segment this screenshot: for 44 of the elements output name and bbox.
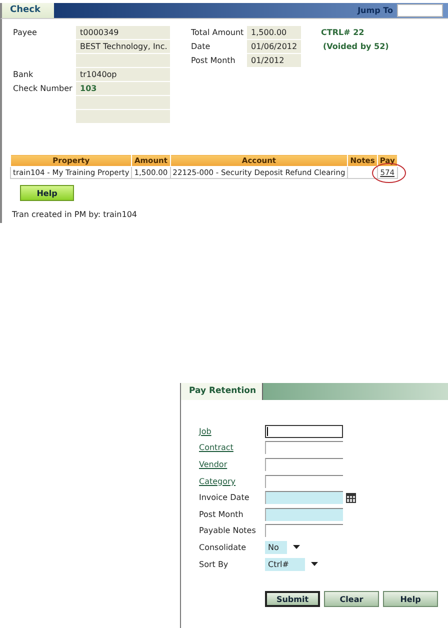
status-text: CTRL# 22 [321, 28, 364, 36]
field-label: Check Number [12, 84, 74, 92]
input-field[interactable] [265, 474, 343, 488]
input-field[interactable] [265, 508, 343, 521]
field-label: Payee [12, 28, 38, 36]
field-value: 01/2012 [247, 54, 301, 66]
field-value: t0000349 [76, 26, 170, 38]
dropdown[interactable]: No [265, 540, 300, 554]
footer-text: Tran created in PM by: train104 [12, 210, 138, 219]
dropdown-value: Ctrl# [265, 558, 305, 571]
caret-icon [293, 545, 300, 550]
field-label: Consolidate [199, 542, 248, 552]
dropdown-value: No [265, 540, 287, 554]
input-field[interactable] [265, 491, 343, 504]
form-button[interactable]: Clear [324, 591, 379, 608]
field-link[interactable]: Vendor [199, 460, 265, 469]
dropdown[interactable]: Ctrl# [265, 558, 318, 571]
status-text: (Voided by 52) [322, 42, 389, 50]
field-label: Post Month [191, 56, 236, 64]
field-label: Invoice Date [199, 493, 250, 502]
caret-icon [311, 562, 318, 566]
field-label: Post Month [199, 510, 244, 519]
pay-retention-tab[interactable]: Pay Retention [181, 383, 264, 400]
field-value: 103 [76, 82, 170, 94]
field-link[interactable]: Category [199, 476, 265, 486]
field-value: 01/06/2012 [247, 40, 301, 52]
form-button[interactable]: Submit [265, 591, 320, 608]
help-button[interactable]: Help [20, 185, 74, 201]
field-label: Sort By [199, 560, 230, 569]
input-field[interactable] [265, 424, 343, 438]
calendar-icon[interactable] [346, 492, 356, 503]
field-label: Date [191, 42, 212, 50]
check-tab[interactable]: Check [2, 3, 54, 18]
field-link[interactable]: Contract [199, 443, 265, 452]
field-link[interactable]: Job [199, 426, 265, 436]
jump-to-field[interactable] [397, 4, 443, 17]
field-value: 1,500.00 [247, 26, 301, 38]
jump-to-label: Jump To [358, 6, 394, 15]
field-value: BEST Technology, Inc. [76, 40, 170, 52]
field-label: Payable Notes [199, 526, 257, 536]
field-value: tr1040op [76, 68, 170, 80]
form-button[interactable]: Help [383, 591, 438, 608]
field-label: Total Amount [191, 28, 245, 36]
field-label: Bank [12, 70, 34, 78]
